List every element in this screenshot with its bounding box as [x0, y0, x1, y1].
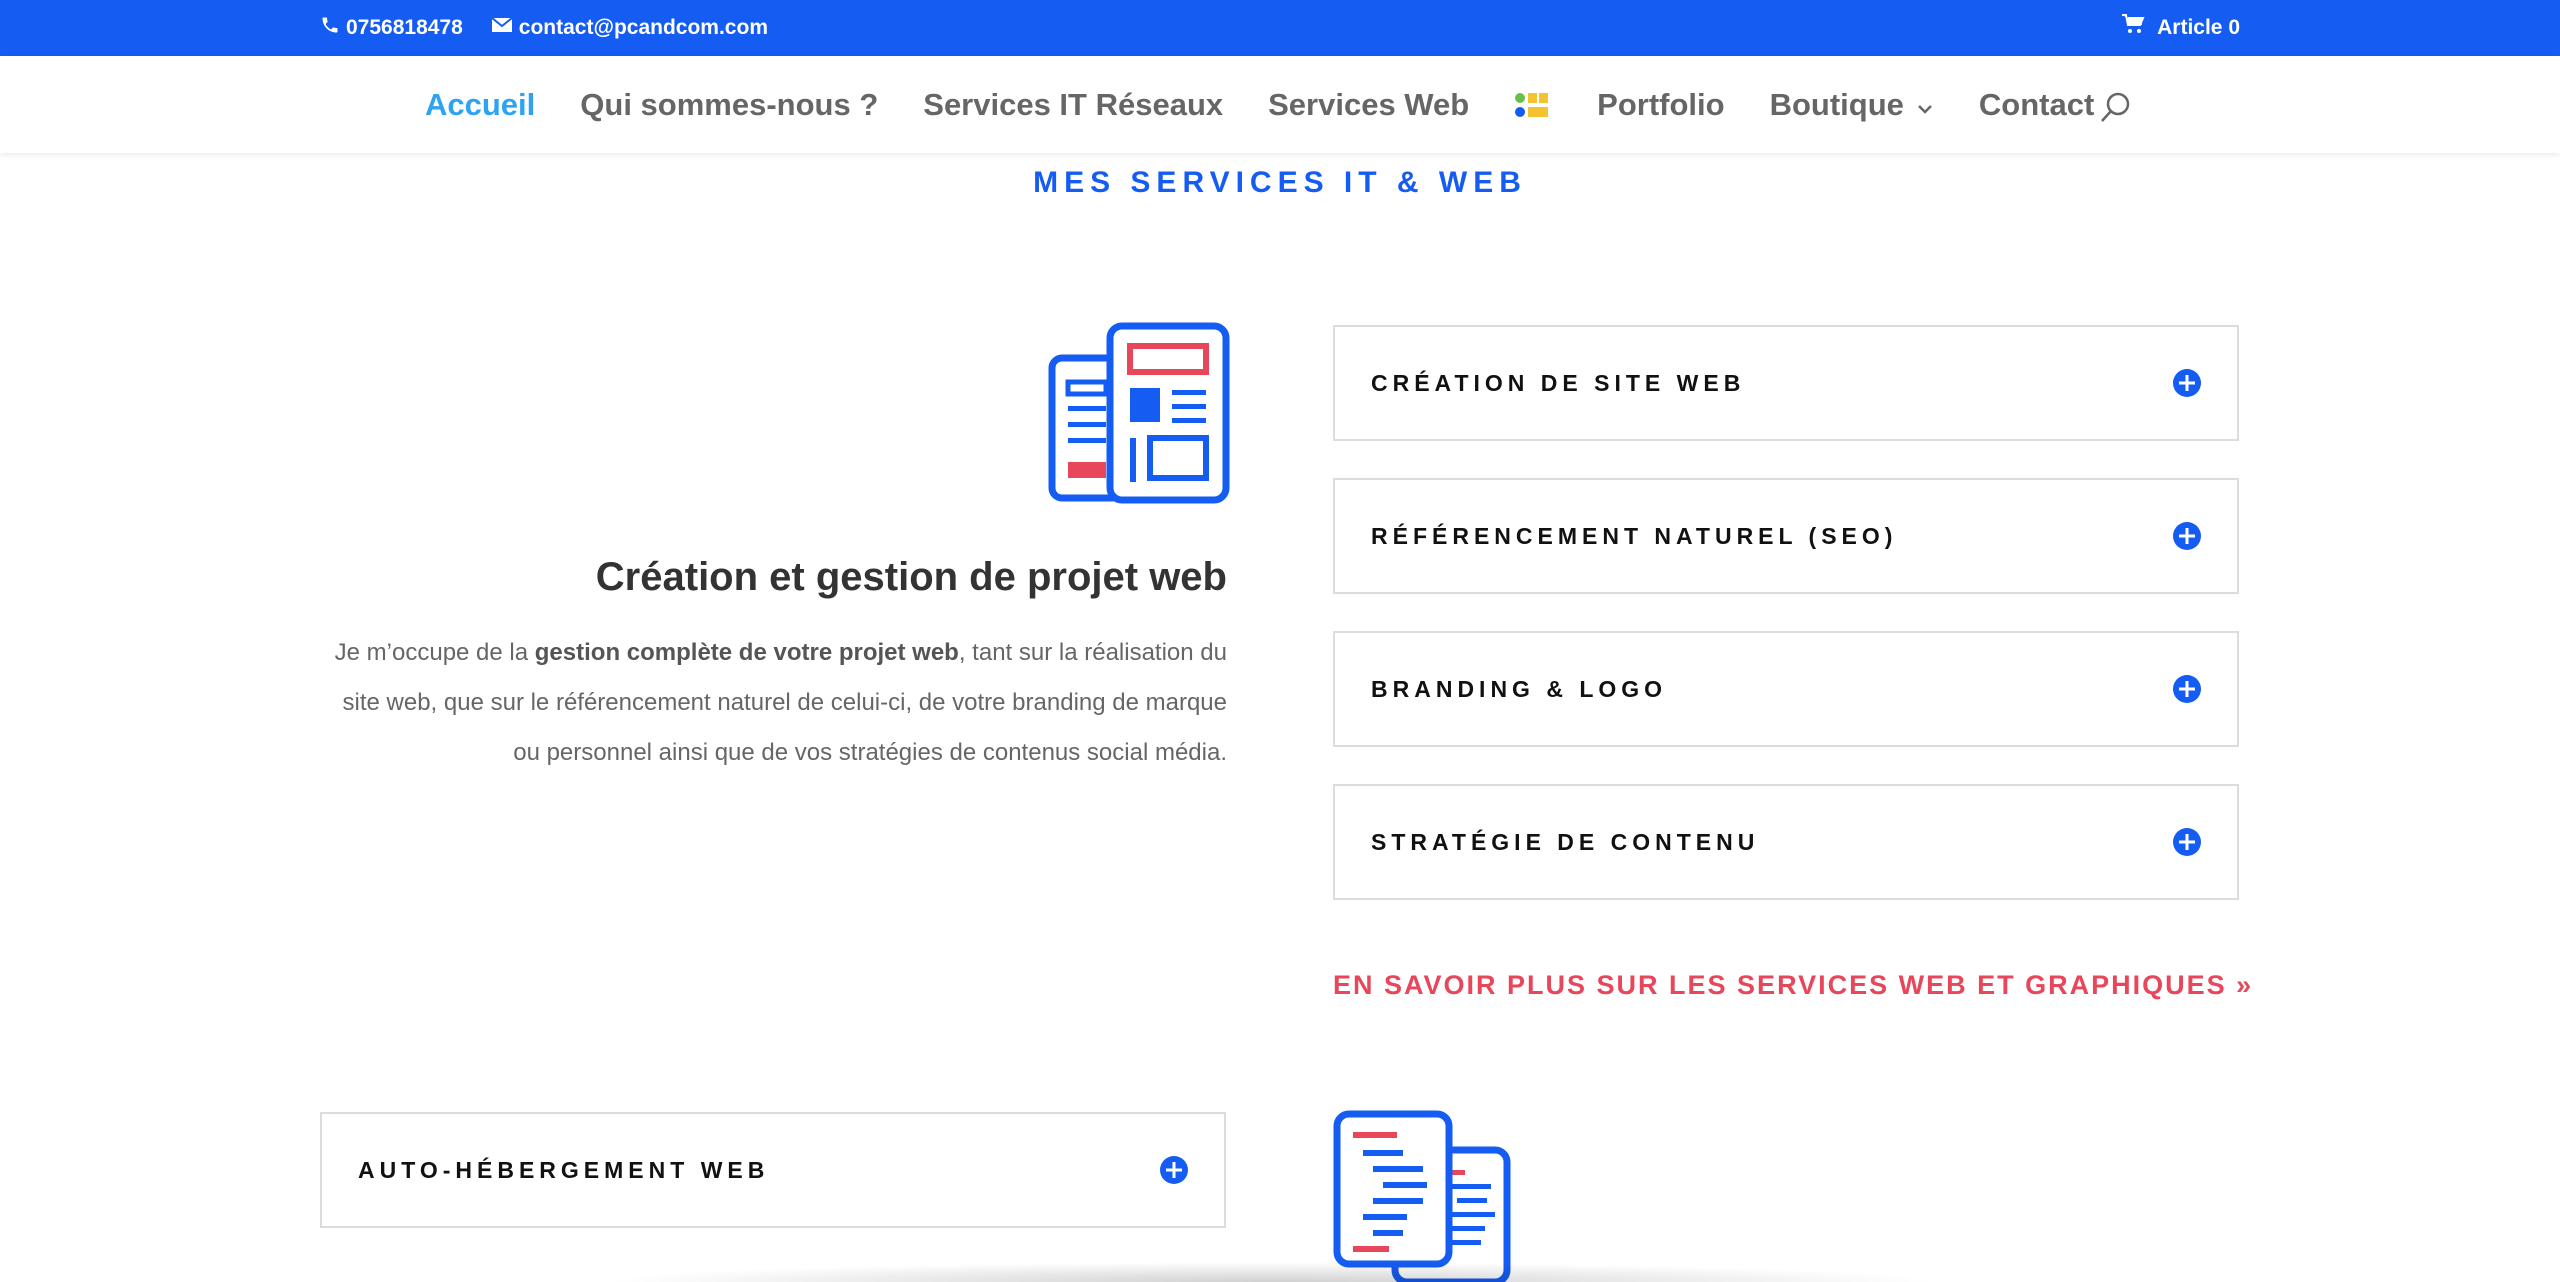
phone-number: 0756818478 [346, 16, 463, 39]
accordion-label: RÉFÉRENCEMENT NATUREL (SEO) [1371, 522, 1898, 549]
accordion-auto-hebergement[interactable]: AUTO-HÉBERGEMENT WEB [320, 1112, 1226, 1228]
web-layout-icon [1048, 322, 1230, 509]
accordion-label: CRÉATION DE SITE WEB [1371, 369, 1746, 396]
phone-icon [320, 15, 340, 41]
mail-icon [491, 16, 513, 40]
top-bar: 0756818478 contact@pcandcom.com Article … [0, 0, 2560, 56]
plus-circle-icon[interactable] [2173, 369, 2201, 397]
cart-count: Article 0 [2157, 16, 2240, 39]
nav-item-contact[interactable]: Contact [1979, 87, 2094, 123]
search-icon[interactable] [2098, 90, 2134, 131]
section-shadow [600, 1262, 1940, 1282]
accordion-strategie-contenu[interactable]: STRATÉGIE DE CONTENU [1333, 784, 2239, 900]
feature-description: Je m’occupe de la gestion complète de vo… [322, 628, 1227, 778]
cart-link[interactable]: Article 0 [2121, 0, 2240, 56]
pcandcom-logo-icon[interactable] [1514, 90, 1552, 120]
cart-icon [2121, 14, 2145, 42]
accordion-branding-logo[interactable]: BRANDING & LOGO [1333, 631, 2239, 747]
nav-item-services-it[interactable]: Services IT Réseaux [923, 87, 1223, 123]
code-document-icon [1333, 1110, 1513, 1282]
accordion-label: AUTO-HÉBERGEMENT WEB [358, 1156, 770, 1183]
feature-text-bold: gestion complète de votre projet web [534, 639, 959, 666]
email-link[interactable]: contact@pcandcom.com [491, 16, 768, 40]
feature-text-intro: Je m’occupe de la [334, 639, 535, 666]
nav-item-portfolio[interactable]: Portfolio [1597, 87, 1724, 123]
nav-item-boutique-label: Boutique [1769, 86, 1904, 122]
contact-info: 0756818478 contact@pcandcom.com [320, 0, 768, 56]
chevron-down-icon [1916, 87, 1934, 123]
nav-item-boutique[interactable]: Boutique [1770, 87, 1934, 123]
accordion-label: BRANDING & LOGO [1371, 675, 1668, 702]
accordion-label: STRATÉGIE DE CONTENU [1371, 828, 1760, 855]
plus-circle-icon[interactable] [2173, 675, 2201, 703]
plus-circle-icon[interactable] [1160, 1156, 1188, 1184]
plus-circle-icon[interactable] [2173, 828, 2201, 856]
phone-link[interactable]: 0756818478 [320, 15, 463, 41]
nav-item-accueil[interactable]: Accueil [425, 87, 535, 123]
nav-menu: Accueil Qui sommes-nous ? Services IT Ré… [425, 56, 2094, 153]
section-title: MES SERVICES IT & WEB [1033, 166, 1527, 199]
email-address: contact@pcandcom.com [518, 16, 768, 39]
nav-item-qui-sommes-nous[interactable]: Qui sommes-nous ? [580, 87, 878, 123]
accordion-creation-site-web[interactable]: CRÉATION DE SITE WEB [1333, 325, 2239, 441]
more-web-services-link[interactable]: EN SAVOIR PLUS SUR LES SERVICES WEB ET G… [1333, 970, 2253, 1001]
feature-heading: Création et gestion de projet web [595, 555, 1227, 599]
nav-item-services-web[interactable]: Services Web [1268, 87, 1469, 123]
accordion-referencement-seo[interactable]: RÉFÉRENCEMENT NATUREL (SEO) [1333, 478, 2239, 594]
plus-circle-icon[interactable] [2173, 522, 2201, 550]
main-nav: Accueil Qui sommes-nous ? Services IT Ré… [0, 56, 2560, 153]
